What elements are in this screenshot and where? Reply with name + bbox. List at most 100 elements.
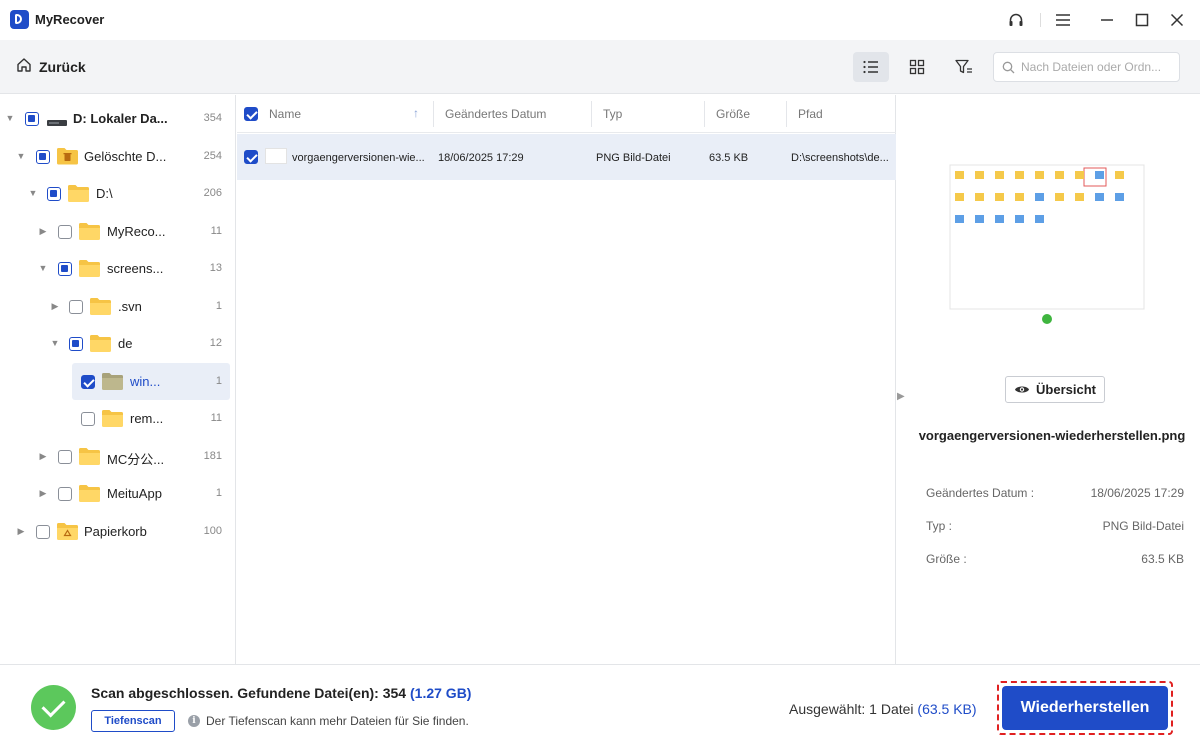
tree-item-svn[interactable]: ▶ .svn 1 (0, 288, 236, 325)
info-icon: i (188, 715, 200, 727)
folder-icon (79, 222, 100, 240)
tree-checkbox[interactable] (58, 487, 72, 501)
recover-highlight-frame: Wiederherstellen (997, 681, 1173, 735)
column-header-type[interactable]: Typ (603, 107, 622, 121)
column-header-modified[interactable]: Geändertes Datum (445, 107, 546, 121)
tree-item-de[interactable]: ▼ de 12 (0, 325, 236, 362)
tree-item-label: .svn (118, 299, 142, 314)
folder-icon (79, 259, 100, 277)
image-thumbnail-icon (265, 148, 287, 164)
folder-icon (90, 297, 111, 315)
tree-item-drive-d[interactable]: ▼ D: Lokaler Da... 354 (0, 100, 236, 137)
tree-item-screenshots[interactable]: ▼ screens... 13 (0, 250, 236, 287)
deep-scan-button[interactable]: Tiefenscan (91, 710, 175, 732)
tree-item-recycle-bin[interactable]: ▶ Papierkorb 100 (0, 513, 236, 550)
tree-checkbox[interactable] (36, 525, 50, 539)
column-divider[interactable] (433, 101, 434, 127)
tree-item-mc[interactable]: ▶ MC分公... 181 (0, 438, 236, 475)
tree-checkbox[interactable] (58, 450, 72, 464)
tree-checkbox[interactable] (36, 150, 50, 164)
size-label: Größe : (926, 552, 967, 566)
table-row[interactable]: vorgaengerversionen-wie... 18/06/2025 17… (237, 134, 896, 180)
chevron-right-icon[interactable]: ▶ (38, 488, 48, 498)
divider (1040, 13, 1041, 27)
chevron-right-icon[interactable]: ▶ (38, 226, 48, 236)
tree-checkbox[interactable] (69, 337, 83, 351)
search-icon (1002, 61, 1015, 73)
grid-view-button[interactable] (899, 52, 935, 82)
recover-button[interactable]: Wiederherstellen (1002, 686, 1168, 730)
search-box[interactable] (993, 52, 1180, 82)
overview-button[interactable]: Übersicht (1005, 376, 1105, 403)
list-view-icon (863, 60, 878, 74)
column-header-name[interactable]: Name (269, 107, 301, 121)
search-input[interactable] (1021, 60, 1171, 74)
tree-item-count: 12 (209, 337, 222, 349)
tree-item-d-root[interactable]: ▼ D:\ 206 (0, 175, 236, 212)
minimize-icon[interactable] (1094, 8, 1120, 32)
tree-item-count: 206 (203, 187, 222, 199)
tree-checkbox[interactable] (69, 300, 83, 314)
column-header-size[interactable]: Größe (716, 107, 750, 121)
tree-item-label: de (118, 336, 133, 351)
file-modified: 18/06/2025 17:29 (438, 152, 524, 164)
list-view-button[interactable] (853, 52, 889, 82)
chevron-down-icon[interactable]: ▼ (50, 338, 60, 348)
chevron-right-icon[interactable]: ▶ (16, 526, 26, 536)
tree-item-count: 354 (203, 112, 222, 124)
status-footer: Scan abgeschlossen. Gefundene Datei(en):… (0, 664, 1200, 750)
deleted-folder-icon (57, 147, 78, 165)
tree-item-label: D:\ (96, 186, 113, 201)
app-title: MyRecover (35, 12, 105, 27)
folder-icon (68, 184, 89, 202)
toolbar: Zurück (0, 40, 1200, 94)
chevron-right-icon[interactable]: ▶ (38, 451, 48, 461)
chevron-down-icon[interactable]: ▼ (5, 113, 15, 123)
column-header-path[interactable]: Pfad (798, 107, 823, 121)
back-button[interactable]: Zurück (16, 57, 86, 76)
tree-item-label: win... (130, 374, 161, 389)
folder-icon (79, 484, 100, 502)
tree-item-win[interactable]: win... 1 (0, 363, 236, 400)
headset-support-icon[interactable] (1003, 8, 1029, 32)
close-icon[interactable] (1164, 8, 1190, 32)
tree-item-count: 254 (203, 150, 222, 162)
folder-icon (102, 372, 123, 390)
tree-item-meituapp[interactable]: ▶ MeituApp 1 (0, 475, 236, 512)
tree-checkbox[interactable] (47, 187, 61, 201)
tree-checkbox[interactable] (25, 112, 39, 126)
tree-item-count: 11 (210, 412, 222, 424)
maximize-icon[interactable] (1129, 8, 1155, 32)
row-checkbox[interactable] (244, 150, 258, 164)
tree-checkbox[interactable] (58, 262, 72, 276)
back-label: Zurück (39, 58, 86, 75)
tree-checkbox[interactable] (81, 412, 95, 426)
select-all-checkbox[interactable] (244, 107, 258, 121)
recycle-bin-icon (57, 522, 78, 540)
tree-checkbox[interactable] (58, 225, 72, 239)
scan-status: Scan abgeschlossen. Gefundene Datei(en):… (91, 685, 471, 701)
tree-item-rem[interactable]: rem... 11 (0, 400, 236, 437)
tree-item-deleted-files[interactable]: ▼ Gelöschte D... 254 (0, 138, 236, 175)
tree-checkbox[interactable] (81, 375, 95, 389)
folder-icon (90, 334, 111, 352)
column-divider[interactable] (704, 101, 705, 127)
preview-pane: ▶ Übersicht vorgaengerversionen-wiederhe… (897, 95, 1200, 664)
eye-icon (1015, 386, 1030, 393)
sort-ascending-icon[interactable]: ↑ (413, 106, 419, 120)
column-divider[interactable] (591, 101, 592, 127)
chevron-down-icon[interactable]: ▼ (28, 188, 38, 198)
tree-item-label: MeituApp (107, 486, 162, 501)
filter-button[interactable] (946, 52, 982, 82)
file-list-header: Name ↑ Geändertes Datum Typ Größe Pfad (237, 95, 896, 133)
tree-item-myrecover[interactable]: ▶ MyReco... 11 (0, 213, 236, 250)
chevron-down-icon[interactable]: ▼ (38, 263, 48, 273)
tree-item-label: Papierkorb (84, 524, 147, 539)
chevron-down-icon[interactable]: ▼ (16, 151, 26, 161)
deep-scan-hint: Der Tiefenscan kann mehr Dateien für Sie… (206, 714, 469, 728)
collapse-panel-icon[interactable]: ▶ (897, 391, 905, 402)
menu-icon[interactable] (1050, 8, 1076, 32)
column-divider[interactable] (786, 101, 787, 127)
chevron-right-icon[interactable]: ▶ (50, 301, 60, 311)
tree-item-count: 100 (203, 525, 222, 537)
